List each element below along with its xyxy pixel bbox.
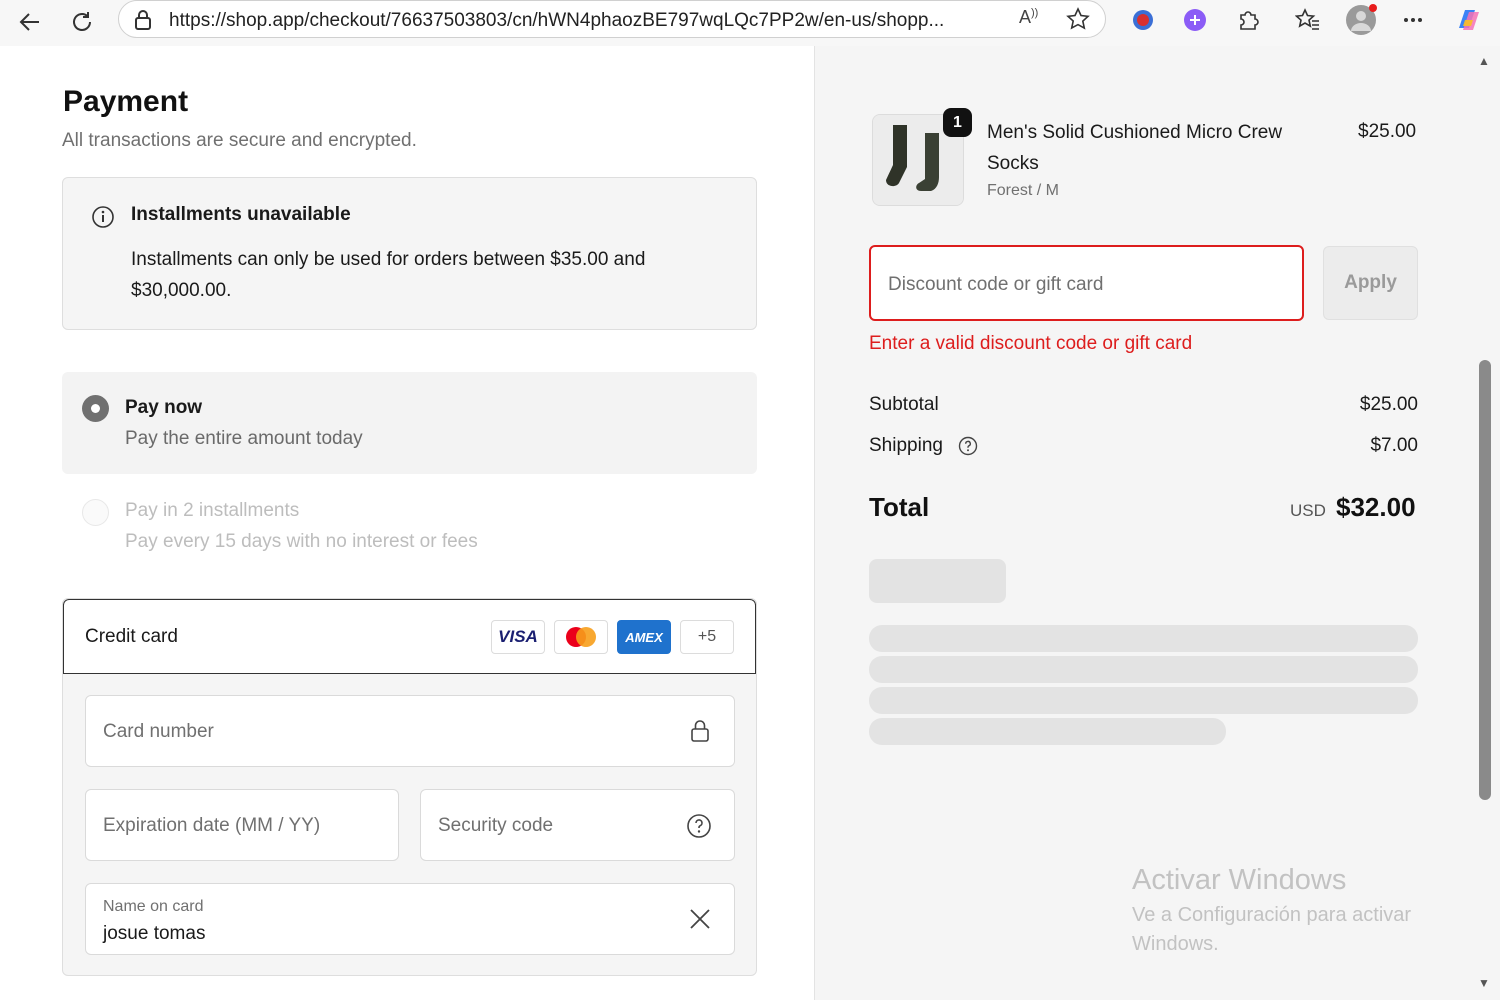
total-currency: USD <box>1290 501 1326 520</box>
lock-icon[interactable] <box>133 9 153 36</box>
page-scrollbar[interactable]: ▲ ▼ <box>1472 46 1500 1000</box>
more-brands-badge[interactable]: +5 <box>680 620 734 654</box>
loading-skeleton-line <box>869 687 1418 714</box>
apply-button[interactable]: Apply <box>1323 246 1418 320</box>
notice-title: Installments unavailable <box>131 204 351 225</box>
clear-icon[interactable] <box>688 907 712 936</box>
scrollbar-thumb[interactable] <box>1479 360 1491 800</box>
address-bar[interactable]: https://shop.app/checkout/76637503803/cn… <box>118 0 1106 38</box>
pay-now-description: Pay the entire amount today <box>125 428 363 449</box>
watermark-subtitle: Ve a Configuración para activar Windows. <box>1132 904 1412 955</box>
extension-shield-icon[interactable] <box>1126 3 1160 37</box>
card-number-placeholder: Card number <box>103 721 214 742</box>
total-value: $32.00 <box>1336 492 1416 522</box>
profile-avatar-icon[interactable] <box>1344 3 1378 37</box>
favorites-icon[interactable] <box>1291 3 1325 37</box>
scroll-down-icon[interactable]: ▼ <box>1478 976 1490 990</box>
read-aloud-icon[interactable]: A)) <box>1019 7 1038 28</box>
product-name: Men's Solid Cushioned Micro Crew Socks <box>987 122 1283 174</box>
windows-activation-watermark: Activar Windows Ve a Configuración para … <box>1132 864 1452 959</box>
mastercard-logo-icon <box>554 620 608 654</box>
scroll-up-icon[interactable]: ▲ <box>1478 54 1490 68</box>
favorite-star-icon[interactable] <box>1065 6 1091 37</box>
loading-skeleton-line <box>869 656 1418 683</box>
subtotal-value: $25.00 <box>1359 394 1418 415</box>
payment-title: Payment <box>63 85 189 118</box>
discount-code-input[interactable]: Discount code or gift card <box>869 245 1304 321</box>
expiration-placeholder: Expiration date (MM / YY) <box>103 815 321 836</box>
loading-skeleton-block <box>869 559 1006 603</box>
loading-skeleton-line <box>869 718 1226 745</box>
quantity-badge: 1 <box>943 108 972 137</box>
security-code-placeholder: Security code <box>438 815 554 836</box>
name-on-card-value: josue tomas <box>103 923 206 944</box>
credit-card-section: Credit card VISA AMEX +5 Card number Exp… <box>62 598 757 976</box>
pay-now-radio[interactable] <box>82 395 109 422</box>
discount-placeholder: Discount code or gift card <box>888 274 1104 295</box>
installments-notice: Installments unavailable Installments ca… <box>62 177 757 330</box>
subtotal-label: Subtotal <box>869 394 939 415</box>
product-variant: Forest / M <box>987 182 1060 199</box>
pay-installments-title: Pay in 2 installments <box>125 500 300 521</box>
expiration-date-field[interactable]: Expiration date (MM / YY) <box>85 789 399 861</box>
card-number-field[interactable]: Card number <box>85 695 735 767</box>
help-icon[interactable] <box>686 813 712 844</box>
pay-installments-option: Pay in 2 installments Pay every 15 days … <box>62 490 757 570</box>
copilot-icon[interactable] <box>1452 3 1486 37</box>
visa-logo-icon: VISA <box>491 620 545 654</box>
name-on-card-label: Name on card <box>103 898 204 915</box>
shipping-label: Shipping <box>869 435 943 456</box>
total-label: Total <box>869 492 930 522</box>
amex-logo-icon: AMEX <box>617 620 671 654</box>
product-price: $25.00 <box>1358 121 1417 142</box>
watermark-title: Activar Windows <box>1132 864 1347 896</box>
payment-subtitle: All transactions are secure and encrypte… <box>62 130 417 151</box>
pay-installments-description: Pay every 15 days with no interest or fe… <box>125 531 478 552</box>
info-icon <box>91 205 115 234</box>
name-on-card-field[interactable]: Name on card josue tomas <box>85 883 735 955</box>
notice-body: Installments can only be used for orders… <box>131 249 646 301</box>
security-code-field[interactable]: Security code <box>420 789 735 861</box>
refresh-icon[interactable] <box>64 4 100 40</box>
pay-now-option[interactable]: Pay now Pay the entire amount today <box>62 372 757 474</box>
pay-now-title: Pay now <box>125 397 203 418</box>
loading-skeleton-line <box>869 625 1418 652</box>
pay-installments-radio <box>82 499 109 526</box>
url-text[interactable]: https://shop.app/checkout/76637503803/cn… <box>169 10 1019 32</box>
shipping-value: $7.00 <box>1370 435 1418 456</box>
credit-card-header[interactable]: Credit card VISA AMEX +5 <box>63 599 756 674</box>
back-icon[interactable] <box>12 4 48 40</box>
shipping-help-icon[interactable] <box>958 436 978 461</box>
credit-card-label: Credit card <box>85 626 178 647</box>
extension-purple-icon[interactable] <box>1178 3 1212 37</box>
lock-icon <box>688 718 712 749</box>
discount-error-message: Enter a valid discount code or gift card <box>869 333 1193 354</box>
browser-toolbar: https://shop.app/checkout/76637503803/cn… <box>0 0 1500 46</box>
extensions-puzzle-icon[interactable] <box>1231 3 1265 37</box>
more-menu-icon[interactable] <box>1396 3 1430 37</box>
